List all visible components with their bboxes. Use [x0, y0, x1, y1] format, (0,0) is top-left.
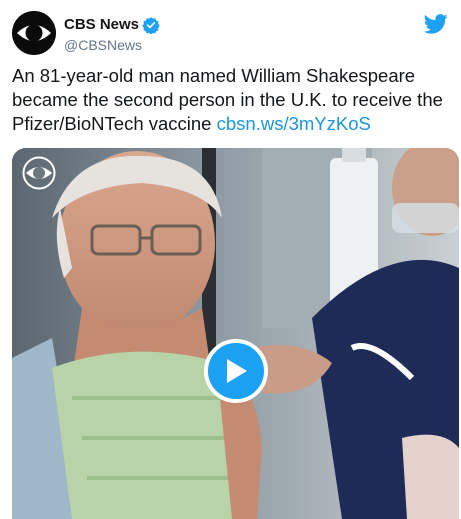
display-name[interactable]: CBS News [64, 15, 139, 35]
tweet-card: CBS News @CBSNews An 81-year-old man nam… [0, 0, 461, 519]
video-player[interactable] [12, 148, 459, 519]
tweet-link[interactable]: cbsn.ws/3mYzKoS [217, 113, 371, 134]
verified-badge-icon [142, 16, 160, 35]
play-button[interactable] [204, 339, 268, 403]
tweet-text: An 81-year-old man named William Shakesp… [12, 64, 452, 136]
cbs-eye-logo-icon [12, 11, 56, 55]
twitter-bird-icon[interactable] [423, 13, 448, 37]
avatar[interactable] [12, 11, 56, 55]
account-names: CBS News @CBSNews [64, 15, 160, 54]
tweet-header: CBS News @CBSNews [12, 11, 452, 57]
video-thumbnail [12, 148, 459, 519]
handle[interactable]: @CBSNews [64, 36, 160, 54]
cbs-eye-logo-icon [22, 156, 56, 190]
play-icon [227, 359, 247, 383]
